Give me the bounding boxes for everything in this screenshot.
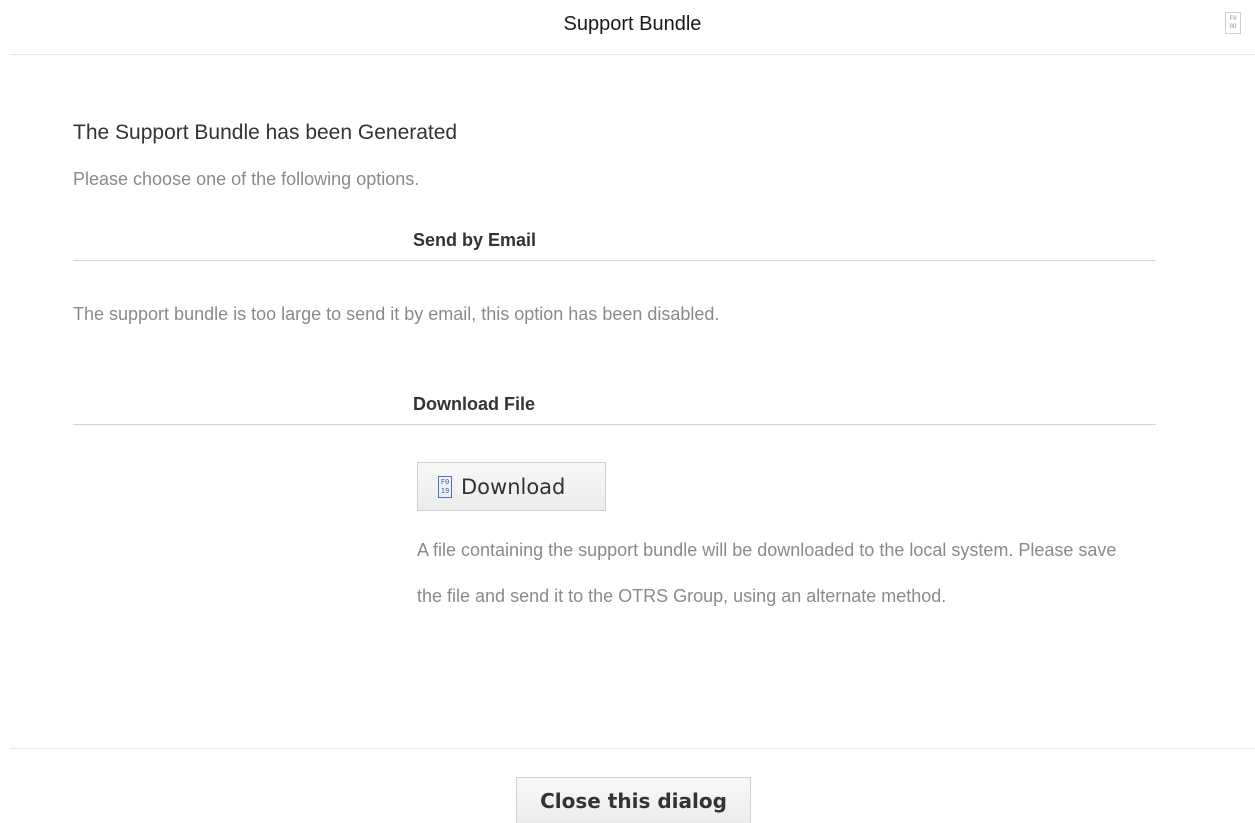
download-button-label: Download — [461, 474, 566, 499]
download-button[interactable]: F0 19 Download — [417, 462, 606, 511]
email-disabled-note: The support bundle is too large to send … — [73, 304, 720, 324]
page-heading: The Support Bundle has been Generated — [73, 121, 458, 144]
close-icon[interactable]: F0 0D — [1225, 12, 1241, 34]
download-section-title: Download File — [73, 394, 1156, 425]
download-description: A file containing the support bundle wil… — [417, 540, 1117, 606]
download-section-label: Download File — [413, 394, 536, 414]
dialog-title: Support Bundle — [563, 13, 702, 35]
email-section-label: Send by Email — [413, 230, 537, 250]
footer-divider — [10, 748, 1255, 749]
support-bundle-dialog: Support Bundle F0 0D The Support Bundle h… — [0, 0, 1255, 823]
dialog-header: Support Bundle F0 0D — [10, 0, 1255, 55]
page-subheading: Please choose one of the following optio… — [73, 169, 420, 189]
close-dialog-button[interactable]: Close this dialog — [516, 777, 751, 823]
email-section-title: Send by Email — [73, 230, 1156, 261]
download-icon: F0 19 — [438, 475, 452, 498]
